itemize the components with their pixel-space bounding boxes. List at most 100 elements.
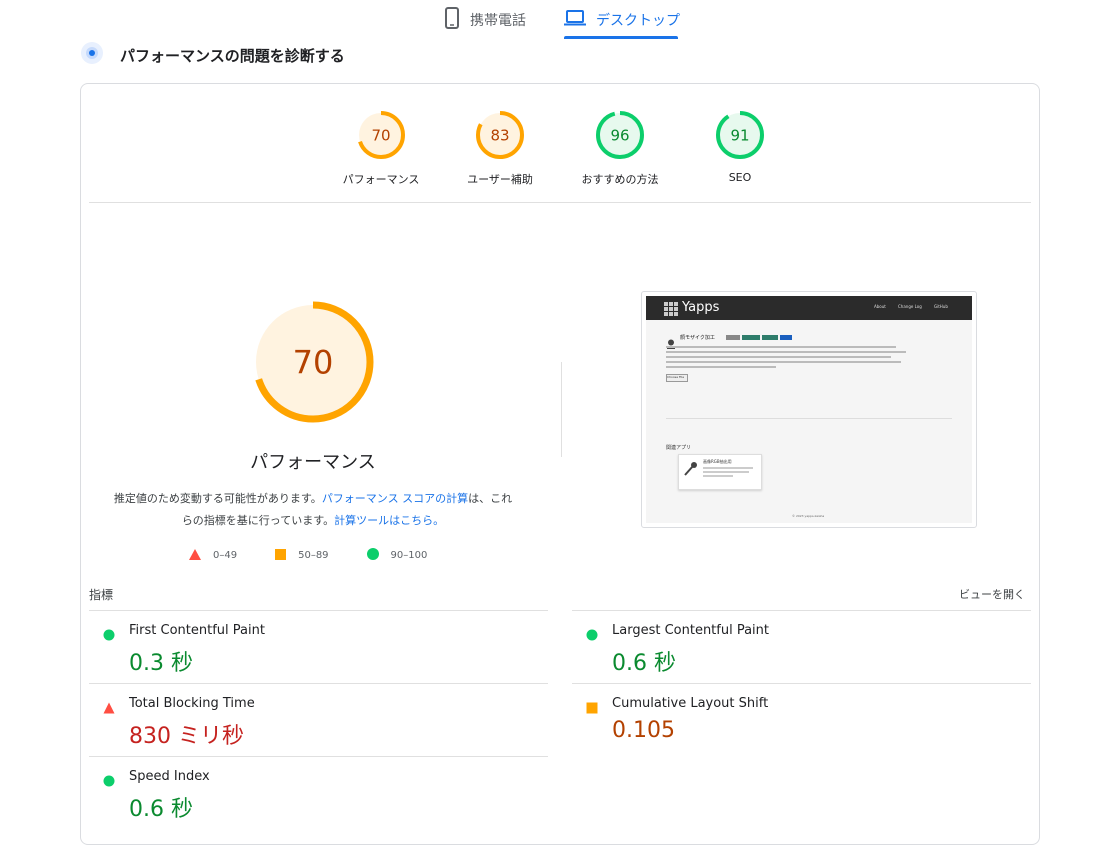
gauge-seo[interactable]: 91 SEO [680, 109, 800, 184]
metric-value: 0.6 秒 [129, 797, 193, 822]
metric-value: 830 ミリ秒 [129, 724, 244, 749]
screenshot-brand: Yapps [682, 300, 720, 315]
screenshot-text-line [666, 361, 901, 363]
gauge-label: パフォーマンス [342, 173, 420, 186]
vertical-divider [561, 362, 562, 457]
desc-text-1: 推定値のため変動する可能性があります。 [113, 492, 322, 505]
screenshot-nav-changelog: Change Log [898, 304, 922, 309]
green-circle-icon [366, 548, 379, 563]
category-gauges: 70 パフォーマンス 83 ユーザー補助 96 おすすめの方法 91 SEO [81, 109, 1039, 189]
metric-name: Largest Contentful Paint [612, 623, 770, 638]
screenshot-related: 関連アプリ [666, 445, 692, 451]
tab-mobile-label: 携帯電話 [470, 13, 526, 29]
gauge-score: 83 [490, 126, 509, 144]
section-header: パフォーマンスの問題を診断する [80, 40, 345, 70]
mobile-phone-icon [444, 7, 460, 33]
legend-good-range: 90–100 [390, 550, 428, 561]
orange-square-icon [275, 548, 287, 563]
gauge-accessibility[interactable]: 83 ユーザー補助 [440, 109, 560, 187]
gauge-ring: 91 [716, 111, 764, 159]
gauge-label: SEO [728, 171, 752, 184]
metric-status-icon [103, 626, 115, 645]
screenshot-dropper-icon [683, 461, 697, 481]
gauge-ring: 96 [596, 111, 644, 159]
gauge-best-practices[interactable]: 96 おすすめの方法 [560, 109, 680, 187]
gauge-score: 70 [293, 344, 334, 382]
green-circle-icon [103, 629, 115, 641]
screenshot-heading: 顔モザイク加工 [680, 335, 715, 341]
gauge-ring: 83 [476, 111, 524, 159]
score-calc-link[interactable]: パフォーマンス スコアの計算 [322, 492, 468, 505]
green-circle-icon [586, 629, 598, 641]
gauge-performance[interactable]: 70 パフォーマンス [321, 109, 441, 187]
screenshot-divider [666, 418, 952, 419]
metric-status-icon [103, 699, 115, 718]
metric-value: 0.6 秒 [612, 651, 676, 676]
screenshot-badge-3 [762, 335, 778, 340]
tab-desktop-label: デスクトップ [596, 13, 680, 29]
grid-logo-icon [664, 301, 678, 320]
orange-square-icon [586, 702, 598, 714]
screenshot-file-button: Choose File [666, 374, 688, 382]
gauge-label: ユーザー補助 [467, 173, 533, 186]
metrics-header: 指標 ビューを開く [89, 586, 1031, 606]
screenshot-card-line [703, 471, 749, 473]
legend-average: 50–89 [275, 548, 329, 563]
red-triangle-icon [103, 702, 115, 714]
device-tabs: 携帯電話 デスクトップ [0, 0, 1106, 40]
performance-main-gauge: 70 [251, 300, 375, 428]
screenshot-nav-about: About [874, 304, 886, 309]
screenshot-text-line [666, 366, 776, 368]
legend-average-range: 50–89 [298, 550, 329, 561]
legend-good: 90–100 [366, 548, 428, 563]
screenshot-text-line [666, 351, 906, 353]
screenshot-page: Yapps About Change Log GitHub 顔モザイク加工 Ch… [646, 296, 972, 523]
screenshot-text-line [666, 356, 891, 358]
gauge-ring: 70 [357, 111, 405, 159]
expand-view-toggle[interactable]: ビューを開く [959, 586, 1025, 602]
report-card: 70 パフォーマンス 83 ユーザー補助 96 おすすめの方法 91 SEO 70 パフ… [80, 83, 1040, 845]
screenshot-navbar: Yapps About Change Log GitHub [646, 296, 972, 320]
performance-title: パフォーマンス [250, 452, 376, 473]
legend-poor-range: 0–49 [213, 550, 238, 561]
metric-value: 0.105 [612, 718, 675, 743]
gauge-score: 70 [371, 126, 390, 144]
metric-cls: Cumulative Layout Shift 0.105 [572, 683, 1031, 756]
main-gauge-ring: 70 [252, 301, 374, 423]
gauges-divider [89, 202, 1031, 203]
gauge-label: おすすめの方法 [581, 173, 659, 186]
screenshot-badge-2 [742, 335, 760, 340]
calculator-link[interactable]: 計算ツールはこちら。 [334, 514, 444, 527]
metric-status-icon [586, 626, 598, 645]
performance-description: 推定値のため変動する可能性があります。パフォーマンス スコアの計算は、これらの指… [111, 488, 515, 532]
screenshot-badge-4 [780, 335, 792, 340]
page-screenshot[interactable]: Yapps About Change Log GitHub 顔モザイク加工 Ch… [641, 291, 977, 528]
screenshot-card-line [703, 475, 733, 477]
gauge-score: 91 [730, 126, 749, 144]
gauge-score: 96 [610, 126, 629, 144]
metric-name: Cumulative Layout Shift [612, 696, 769, 711]
metric-value: 0.3 秒 [129, 651, 193, 676]
tab-desktop[interactable]: デスクトップ [564, 4, 680, 36]
diagnose-icon [80, 41, 104, 69]
tab-mobile[interactable]: 携帯電話 [444, 4, 526, 36]
score-legend: 0–49 50–89 90–100 [189, 548, 427, 563]
laptop-icon [564, 10, 586, 30]
active-tab-indicator [564, 36, 678, 39]
metric-name: Speed Index [129, 769, 210, 784]
metric-lcp: Largest Contentful Paint 0.6 秒 [572, 610, 1031, 683]
metric-status-icon [586, 699, 598, 718]
screenshot-badge-1 [726, 335, 740, 340]
section-title: パフォーマンスの問題を診断する [120, 46, 345, 65]
metric-speed-index: Speed Index 0.6 秒 [89, 756, 548, 829]
screenshot-app-card: 画像RGB抽出用 [678, 454, 762, 490]
metric-tbt: Total Blocking Time 830 ミリ秒 [89, 683, 548, 756]
screenshot-card-line [703, 467, 753, 469]
screenshot-footer: © 2023 yapps-kaisha [792, 514, 825, 518]
metric-status-icon [103, 772, 115, 791]
red-triangle-icon [189, 548, 201, 563]
screenshot-card-title: 画像RGB抽出用 [703, 459, 732, 464]
green-circle-icon [103, 775, 115, 787]
metric-name: First Contentful Paint [129, 623, 265, 638]
metric-fcp: First Contentful Paint 0.3 秒 [89, 610, 548, 683]
